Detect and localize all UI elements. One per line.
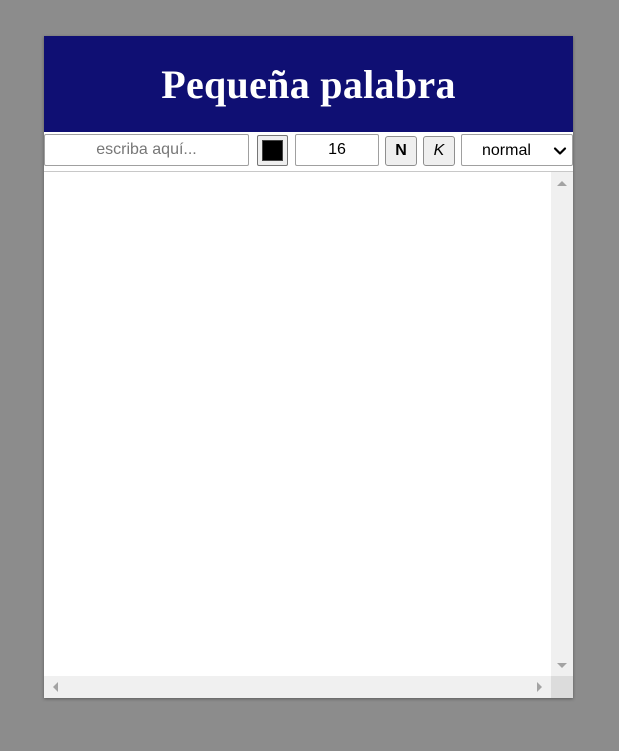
horizontal-scrollbar[interactable] [44,676,551,698]
font-size-input[interactable] [295,134,379,166]
color-swatch-icon [262,140,283,161]
scroll-up-icon[interactable] [557,181,567,186]
text-input[interactable] [44,134,249,166]
text-style-select[interactable]: normal [461,134,573,166]
bold-button[interactable]: N [385,136,417,166]
app-window: Pequeña palabra N K normal [44,36,573,698]
scroll-right-icon[interactable] [537,682,542,692]
app-title: Pequeña palabra [161,61,456,107]
app-header: Pequeña palabra [44,36,573,132]
toolbar: N K normal [44,132,573,170]
text-style-selected-value: normal [482,142,531,159]
scroll-left-icon[interactable] [53,682,58,692]
italic-button[interactable]: K [423,136,455,166]
scrollbar-corner [551,676,573,698]
text-editor-area[interactable] [44,171,573,698]
chevron-down-icon [553,147,567,155]
scroll-down-icon[interactable] [557,663,567,668]
vertical-scrollbar[interactable] [551,172,573,677]
color-picker-button[interactable] [257,135,288,166]
